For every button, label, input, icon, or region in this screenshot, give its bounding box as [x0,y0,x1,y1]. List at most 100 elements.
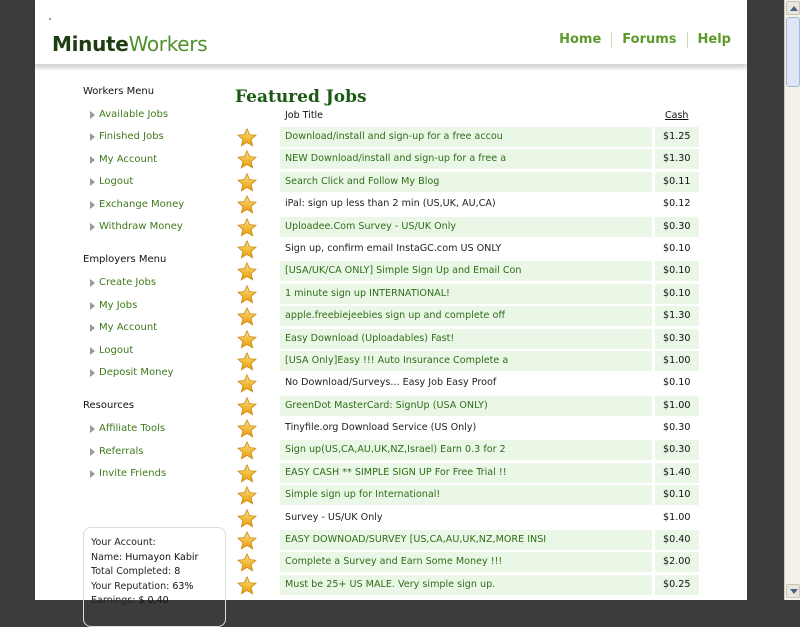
job-title-link[interactable]: Simple sign up for International! [285,489,440,500]
job-title-link[interactable]: Must be 25+ US MALE. Very simple sign up… [285,579,495,590]
job-title-link[interactable]: Complete a Survey and Earn Some Money !!… [285,556,502,567]
table-row[interactable]: Survey - US/UK Only $1.00 [235,507,705,529]
job-title-link[interactable]: [USA/UK/CA ONLY] Simple Sign Up and Emai… [285,265,522,276]
job-cash-value: $1.30 [663,310,691,322]
star-icon [237,396,257,416]
job-title-link[interactable]: EASY CASH ** SIMPLE SIGN UP For Free Tri… [285,467,507,478]
sidebar-item-logout[interactable]: Logout [83,344,223,366]
job-title-link[interactable]: Download/install and sign-up for a free … [285,131,503,142]
job-title-link[interactable]: Survey - US/UK Only [285,512,383,523]
account-earnings-value: $ 0.40 [138,595,169,606]
job-title-link[interactable]: NEW Download/install and sign-up for a f… [285,153,506,164]
job-title-link[interactable]: GreenDot MasterCard: SignUp (USA ONLY) [285,400,488,411]
sidebar-item-label: Logout [99,176,134,188]
table-row[interactable]: EASY CASH ** SIMPLE SIGN UP For Free Tri… [235,462,705,484]
star-icon [237,441,257,461]
table-row[interactable]: Sign up(US,CA,AU,UK,NZ,Israel) Earn 0.3 … [235,439,705,461]
star-icon [237,172,257,192]
table-row[interactable]: Easy Download (Uploadables) Fast! $0.30 [235,328,705,350]
table-row[interactable]: EASY DOWNOAD/SURVEY [US,CA,AU,UK,NZ,MORE… [235,529,705,551]
nav-help-link[interactable]: Help [686,32,731,48]
job-title-link[interactable]: [USA Only]Easy !!! Auto Insurance Comple… [285,355,508,366]
table-row[interactable]: [USA Only]Easy !!! Auto Insurance Comple… [235,350,705,372]
sidebar-item-deposit-money[interactable]: Deposit Money [83,366,223,388]
sidebar-item-label: Logout [99,344,134,356]
sidebar-item-logout[interactable]: Logout [83,175,223,197]
nav-forums-link[interactable]: Forums [611,32,686,48]
table-row[interactable]: No Download/Surveys... Easy Job Easy Pro… [235,372,705,394]
sidebar-item-label: Exchange Money [99,198,185,210]
site-logo[interactable]: MinuteWorkers [52,32,208,56]
table-row[interactable]: 1 minute sign up INTERNATIONAL! $0.10 [235,283,705,305]
column-header-cash[interactable]: Cash [665,110,688,121]
job-title-link[interactable]: 1 minute sign up INTERNATIONAL! [285,288,450,299]
job-title-link[interactable]: apple.freebiejeebies sign up and complet… [285,310,505,321]
employers-menu-title: Employers Menu [83,254,167,266]
scroll-up-button[interactable] [786,1,800,15]
account-reputation-row: Your Reputation: 63% [91,580,225,595]
star-icon [237,194,257,214]
vertical-scrollbar[interactable] [784,0,800,600]
scroll-down-button[interactable] [786,584,800,598]
account-completed-label: Total Completed: [91,566,172,577]
sidebar-item-available-jobs[interactable]: Available Jobs [83,108,223,130]
job-title-link[interactable]: EASY DOWNOAD/SURVEY [US,CA,AU,UK,NZ,MORE… [285,534,546,545]
star-icon [237,217,257,237]
scrollbar-thumb[interactable] [786,17,800,87]
sidebar-item-my-jobs[interactable]: My Jobs [83,299,223,321]
arrow-right-icon [90,111,95,119]
sidebar-item-invite-friends[interactable]: Invite Friends [83,467,223,489]
table-row[interactable]: Complete a Survey and Earn Some Money !!… [235,551,705,573]
job-title-link[interactable]: Uploadee.Com Survey - US/UK Only [285,221,456,232]
sidebar-item-exchange-money[interactable]: Exchange Money [83,198,223,220]
table-row[interactable]: NEW Download/install and sign-up for a f… [235,148,705,170]
sidebar-item-affiliate-tools[interactable]: Affiliate Tools [83,422,223,444]
workers-menu-title: Workers Menu [83,86,155,97]
jobs-table-header: Job Title Cash [235,108,705,126]
sidebar-item-label: Finished Jobs [99,131,164,143]
table-row[interactable]: GreenDot MasterCard: SignUp (USA ONLY) $1… [235,395,705,417]
job-title-link[interactable]: Search Click and Follow My Blog [285,176,439,187]
sidebar-item-referrals[interactable]: Referrals [83,445,223,467]
table-row[interactable]: [USA/UK/CA ONLY] Simple Sign Up and Emai… [235,260,705,282]
job-cash-value: $0.12 [663,198,691,210]
table-row[interactable]: Tinyfile.org Download Service (US Only) $… [235,417,705,439]
job-cash-value: $0.25 [663,578,691,590]
arrow-right-icon [90,470,95,479]
table-row[interactable]: Search Click and Follow My Blog $0.11 [235,171,705,193]
arrow-right-icon [90,346,95,355]
table-row[interactable]: apple.freebiejeebies sign up and complet… [235,305,705,327]
job-cash-value: $0.10 [663,265,691,277]
page-title: Featured Jobs [235,87,367,107]
job-title-link[interactable]: Easy Download (Uploadables) Fast! [285,333,454,344]
job-title-link[interactable]: Sign up, confirm email InstaGC.com US ON… [285,243,501,254]
table-row[interactable]: Download/install and sign-up for a free … [235,126,705,148]
employers-menu: Employers Menu Create Jobs My Jobs My Acco… [83,254,223,388]
arrow-right-icon [90,155,95,164]
nav-home-link[interactable]: Home [549,32,611,48]
sidebar-item-my-account[interactable]: My Account [83,321,223,343]
job-title-link[interactable]: iPal: sign up less than 2 min (US,UK, AU… [285,198,496,209]
sidebar-item-my-account[interactable]: My Account [83,153,223,175]
star-icon [237,530,257,550]
sidebar-item-label: My Jobs [99,299,138,311]
sidebar-item-label: Create Jobs [99,277,157,289]
table-row[interactable]: iPal: sign up less than 2 min (US,UK, AU… [235,193,705,215]
arrow-right-icon [90,447,95,456]
star-icon [237,239,257,259]
sidebar-item-finished-jobs[interactable]: Finished Jobs [83,130,223,152]
table-row[interactable]: Must be 25+ US MALE. Very simple sign up… [235,574,705,596]
account-completed-value: 8 [174,566,181,577]
job-cash-value: $1.30 [663,153,691,165]
table-row[interactable]: Simple sign up for International! $0.10 [235,484,705,506]
sidebar-item-create-jobs[interactable]: Create Jobs [83,276,223,298]
sidebar: Workers Menu Available Jobs Finished Jobs… [83,86,223,501]
job-title-link[interactable]: No Download/Surveys... Easy Job Easy Pro… [285,377,496,388]
sidebar-item-withdraw-money[interactable]: Withdraw Money [83,220,223,242]
table-row[interactable]: Uploadee.Com Survey - US/UK Only $0.30 [235,216,705,238]
table-row[interactable]: Sign up, confirm email InstaGC.com US ON… [235,238,705,260]
job-cash-value: $0.11 [663,175,691,187]
account-earnings-label: Earnings: [91,595,136,606]
job-title-link[interactable]: Sign up(US,CA,AU,UK,NZ,Israel) Earn 0.3 … [285,444,506,455]
job-title-link[interactable]: Tinyfile.org Download Service (US Only) [285,422,476,433]
